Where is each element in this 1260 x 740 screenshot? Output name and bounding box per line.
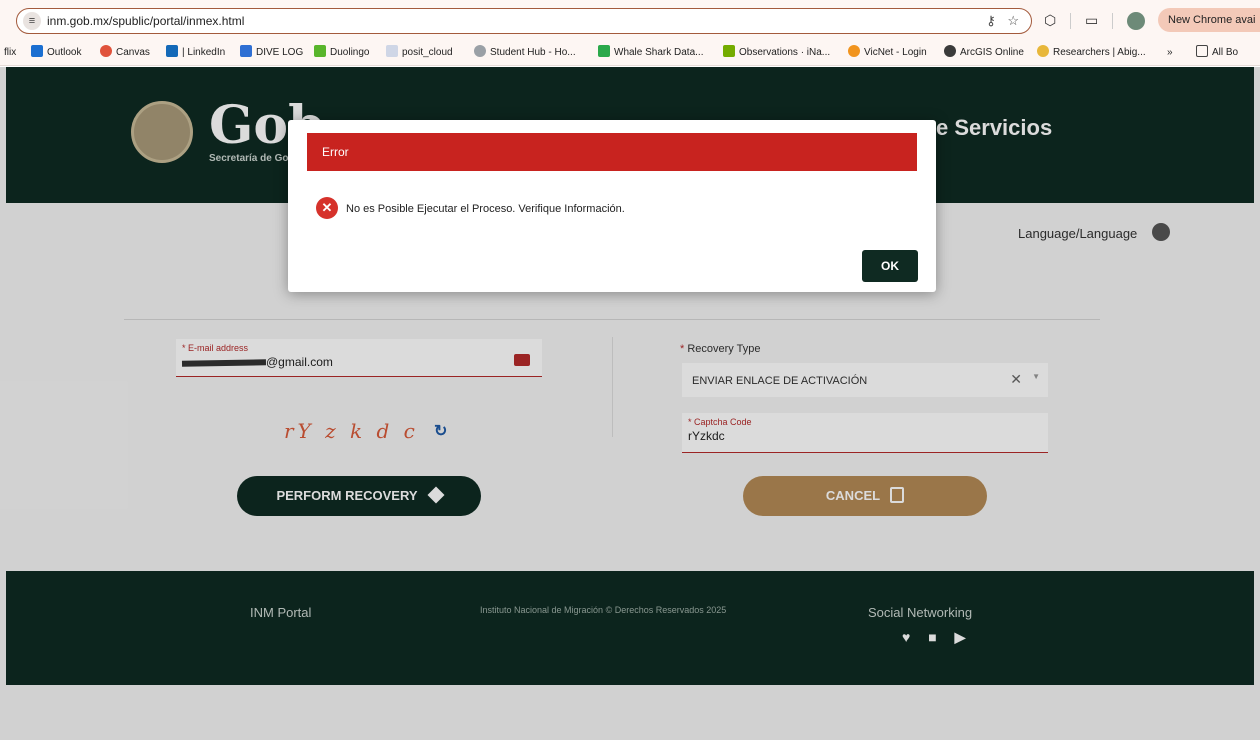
ok-button[interactable]: OK — [862, 250, 918, 282]
bookmarks-overflow-button[interactable]: » — [1167, 40, 1173, 65]
google-drive-icon — [598, 45, 610, 57]
folder-icon — [1196, 45, 1208, 57]
tab-search-icon[interactable]: ▭ — [1085, 12, 1098, 28]
error-icon: ✕ — [316, 197, 338, 219]
toolbar-divider — [1112, 13, 1114, 30]
posit-icon — [386, 45, 398, 57]
vicnet-icon — [848, 45, 860, 57]
arcgis-icon — [944, 45, 956, 57]
bookmark-item[interactable]: Canvas — [100, 40, 150, 65]
bookmarks-bar: flix Outlook Canvas | LinkedIn DIVE LOG … — [0, 40, 1260, 66]
chrome-update-pill[interactable]: New Chrome avai — [1158, 8, 1260, 32]
extensions-icon[interactable]: ⬡ — [1044, 12, 1056, 28]
toolbar-divider — [1070, 13, 1072, 30]
researchers-icon — [1037, 45, 1049, 57]
bookmark-item[interactable]: Outlook — [31, 40, 81, 65]
url-text: inm.gob.mx/spublic/portal/inmex.html — [47, 14, 245, 28]
bookmark-item[interactable]: Researchers | Abig... — [1037, 40, 1146, 65]
bookmark-item[interactable]: ArcGIS Online — [944, 40, 1024, 65]
error-message: No es Posible Ejecutar el Proceso. Verif… — [346, 203, 625, 215]
bookmark-item[interactable]: Duolingo — [314, 40, 369, 65]
bookmark-item[interactable]: Observations · iNa... — [723, 40, 830, 65]
bookmark-item[interactable]: VicNet - Login — [848, 40, 927, 65]
bookmark-item[interactable]: Whale Shark Data... — [598, 40, 703, 65]
error-dialog-title: Error — [307, 133, 917, 171]
duolingo-icon — [314, 45, 326, 57]
password-key-icon[interactable]: ⚷ — [986, 13, 996, 28]
bookmark-item[interactable]: Student Hub - Ho... — [474, 40, 576, 65]
address-bar[interactable]: ≡ inm.gob.mx/spublic/portal/inmex.html ⚷… — [16, 8, 1032, 34]
bookmark-star-icon[interactable]: ☆ — [1007, 13, 1019, 28]
bookmark-folder[interactable]: All Bo — [1196, 40, 1238, 65]
bookmark-item[interactable]: DIVE LOG — [240, 40, 303, 65]
bookmark-item[interactable]: flix — [4, 40, 16, 65]
linkedin-icon — [166, 45, 178, 57]
inaturalist-icon — [723, 45, 735, 57]
site-info-icon[interactable]: ≡ — [23, 12, 41, 30]
profile-avatar[interactable] — [1127, 12, 1146, 31]
student-hub-icon — [474, 45, 486, 57]
canvas-icon — [100, 45, 112, 57]
browser-toolbar: ≡ inm.gob.mx/spublic/portal/inmex.html ⚷… — [0, 0, 1260, 40]
error-dialog: Error ✕ No es Posible Ejecutar el Proces… — [288, 120, 936, 292]
drive-icon — [240, 45, 252, 57]
bookmark-item[interactable]: | LinkedIn — [166, 40, 225, 65]
outlook-icon — [31, 45, 43, 57]
bookmark-item[interactable]: posit_cloud — [386, 40, 453, 65]
